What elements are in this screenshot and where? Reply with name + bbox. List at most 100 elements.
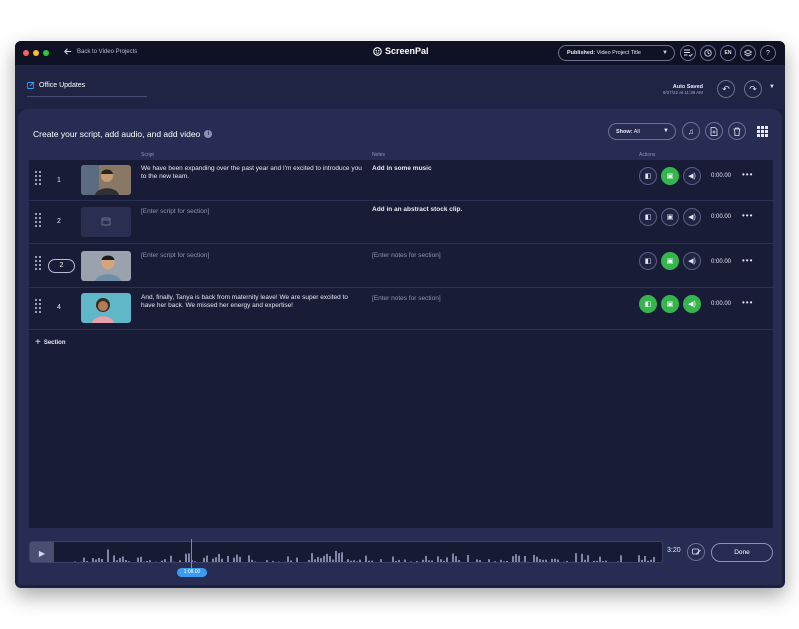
waveform-bar [116, 560, 118, 562]
close-window-dot[interactable] [23, 50, 29, 56]
info-icon[interactable]: i [204, 130, 213, 138]
add-file-button[interactable] [705, 122, 723, 140]
waveform-bar [431, 560, 433, 562]
add-section-button[interactable]: + Section [35, 337, 66, 348]
waveform-bar [80, 561, 82, 562]
waveform-bar [638, 555, 640, 562]
add-audio-button[interactable]: ◀) [683, 252, 701, 270]
project-title[interactable]: Office Updates [27, 81, 85, 89]
show-filter-dropdown[interactable]: Show: All ▼ [608, 123, 676, 140]
section-thumbnail[interactable] [81, 251, 131, 281]
grid-view-icon[interactable] [757, 126, 768, 137]
minimize-window-dot[interactable] [33, 50, 39, 56]
record-screen-button[interactable]: ◧ [639, 295, 657, 313]
waveform-bar [359, 559, 361, 562]
person-thumbnail-icon [81, 165, 131, 195]
waveform-bar [488, 559, 490, 562]
waveform-bar [185, 553, 187, 562]
more-options-icon[interactable]: ••• [742, 256, 753, 265]
more-options-caret[interactable]: ▼ [769, 84, 775, 90]
waveform-bar [314, 559, 316, 562]
section-number-input[interactable]: 2 [48, 259, 75, 273]
more-options-icon[interactable]: ••• [742, 298, 753, 307]
notes-placeholder[interactable]: [Enter notes for section] [372, 252, 572, 259]
add-video-button[interactable]: ▣ [661, 295, 679, 313]
waveform-bar [140, 556, 142, 562]
title-bar: Back to Video Projects ScreenPal Publish… [15, 41, 785, 65]
audio-waveform[interactable] [54, 542, 663, 563]
waveform-bar [587, 555, 589, 562]
script-text[interactable]: And, finally, Tanya is back from materni… [141, 294, 363, 310]
edit-video-icon [691, 548, 701, 555]
add-audio-button[interactable]: ◀) [683, 208, 701, 226]
drag-handle-icon[interactable] [35, 213, 42, 227]
edit-icon [27, 81, 35, 89]
waveform-bar [566, 560, 568, 562]
history-button[interactable] [700, 45, 716, 61]
script-list-button[interactable] [680, 45, 696, 61]
drag-handle-icon[interactable] [35, 171, 42, 185]
waveform-bar [545, 559, 547, 562]
timeline-bar[interactable]: ▶ [29, 541, 663, 563]
script-placeholder[interactable]: [Enter script for section] [141, 252, 363, 260]
section-thumbnail[interactable] [81, 293, 131, 323]
waveform-bar [179, 560, 181, 562]
maximize-window-dot[interactable] [43, 50, 49, 56]
waveform-bar [203, 557, 205, 562]
notes-text[interactable]: Add in some music [372, 165, 572, 172]
waveform-bar [146, 560, 148, 562]
waveform-bar [173, 561, 175, 562]
waveform-bar [356, 561, 358, 562]
waveform-bar [161, 560, 163, 562]
language-button[interactable]: EN [720, 45, 736, 61]
undo-button[interactable]: ↶ [717, 80, 735, 98]
empty-thumbnail[interactable] [81, 207, 131, 237]
layers-button[interactable] [740, 45, 756, 61]
help-button[interactable]: ? [760, 45, 776, 61]
record-screen-button[interactable]: ◧ [639, 252, 657, 270]
script-placeholder[interactable]: [Enter script for section] [141, 208, 363, 216]
waveform-bar [644, 555, 646, 562]
done-button[interactable]: Done [711, 543, 773, 562]
waveform-bar [284, 561, 286, 562]
waveform-bar [368, 560, 370, 562]
waveform-bar [221, 558, 223, 562]
add-video-button[interactable]: ▣ [661, 167, 679, 185]
section-thumbnail[interactable] [81, 165, 131, 195]
waveform-bar [452, 553, 454, 562]
waveform-bar [371, 560, 373, 562]
add-audio-button[interactable]: ◀) [683, 295, 701, 313]
redo-button[interactable]: ↷ [744, 80, 762, 98]
layers-icon [744, 49, 752, 57]
record-screen-button[interactable]: ◧ [639, 208, 657, 226]
record-screen-button[interactable]: ◧ [639, 167, 657, 185]
script-text[interactable]: We have been expanding over the past yea… [141, 165, 363, 181]
back-to-projects-link[interactable]: Back to Video Projects [63, 47, 137, 56]
add-video-button[interactable]: ▣ [661, 252, 679, 270]
more-options-icon[interactable]: ••• [742, 170, 753, 179]
more-options-icon[interactable]: ••• [742, 211, 753, 220]
waveform-bar [395, 561, 397, 562]
waveform-bar [617, 561, 619, 562]
play-button[interactable]: ▶ [30, 542, 54, 562]
playhead[interactable] [191, 539, 192, 568]
drag-handle-icon[interactable] [35, 256, 42, 270]
waveform-bar [593, 560, 595, 562]
published-dropdown[interactable]: Published: Video Project Title ▼ [558, 45, 675, 61]
edit-timeline-button[interactable] [687, 543, 705, 561]
delete-button[interactable] [728, 122, 746, 140]
show-prefix: Show: [616, 129, 633, 135]
notes-text[interactable]: Add in an abstract stock clip. [372, 206, 572, 213]
waveform-bar [596, 560, 598, 562]
drag-handle-icon[interactable] [35, 299, 42, 313]
waveform-bar [134, 562, 136, 563]
waveform-bar [320, 558, 322, 562]
waveform-bar [104, 562, 106, 563]
show-value: All [633, 129, 640, 135]
add-music-button[interactable]: ♫ [682, 122, 700, 140]
waveform-bar [143, 561, 145, 562]
add-audio-button[interactable]: ◀) [683, 167, 701, 185]
notes-placeholder[interactable]: [Enter notes for section] [372, 295, 572, 302]
add-video-button[interactable]: ▣ [661, 208, 679, 226]
person-thumbnail-icon [81, 251, 131, 281]
